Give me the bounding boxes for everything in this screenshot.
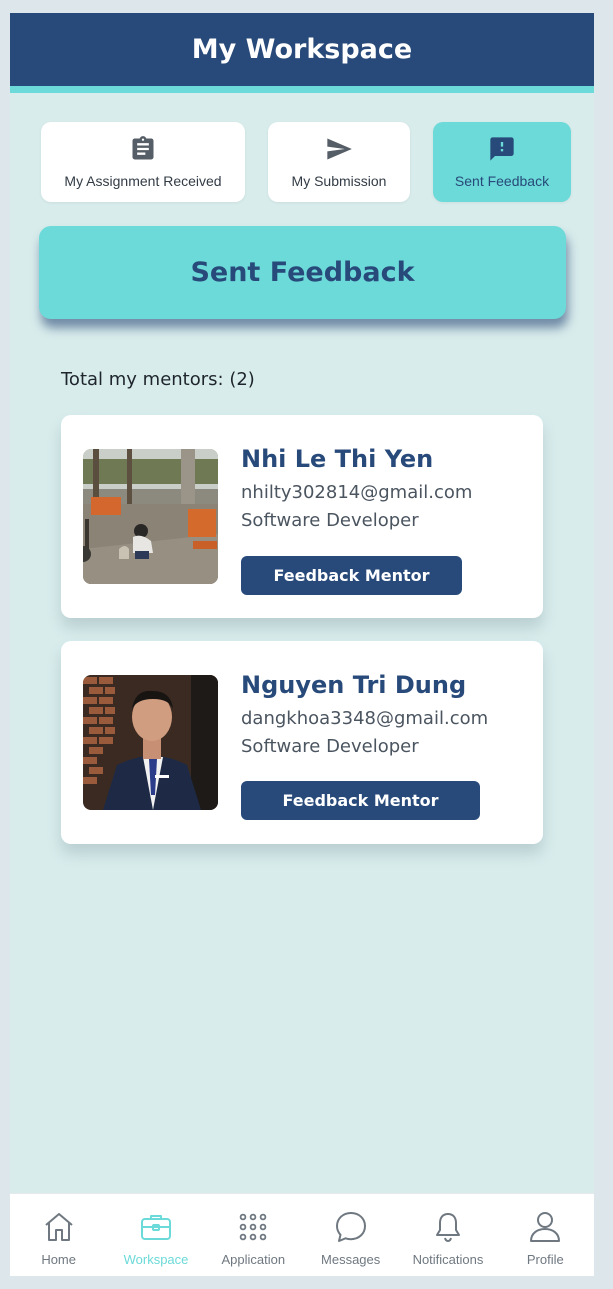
mentor-photo-image — [83, 449, 218, 584]
nav-label: Home — [41, 1252, 76, 1267]
mentors-total: Total my mentors: (2) — [61, 369, 255, 390]
mentor-role: Software Developer — [241, 510, 419, 531]
nav-item-notifications[interactable]: Notifications — [399, 1194, 496, 1276]
mentor-card: Nguyen Tri Dung dangkhoa3348@gmail.com S… — [61, 641, 543, 844]
app-header: My Workspace — [10, 13, 594, 93]
mentor-name: Nguyen Tri Dung — [241, 671, 467, 699]
tab-sent-feedback[interactable]: Sent Feedback — [433, 122, 571, 202]
nav-item-home[interactable]: Home — [10, 1194, 107, 1276]
tab-my-assignment-received[interactable]: My Assignment Received — [41, 122, 245, 202]
clipboard-icon — [132, 136, 154, 160]
nav-label: Application — [221, 1252, 286, 1267]
nav-label: Profile — [526, 1252, 564, 1267]
send-icon — [327, 138, 352, 160]
tab-label: My Assignment Received — [64, 173, 222, 189]
mentor-photo — [83, 675, 218, 810]
page-title: My Workspace — [191, 34, 413, 65]
mentor-email: nhilty302814@gmail.com — [241, 482, 473, 503]
tab-label: Sent Feedback — [454, 173, 550, 189]
nav-label: Messages — [321, 1252, 381, 1267]
nav-item-application[interactable]: Application — [205, 1194, 302, 1276]
mentor-name: Nhi Le Thi Yen — [241, 445, 434, 473]
feedback-mentor-button[interactable]: Feedback Mentor — [241, 781, 480, 820]
nav-item-profile[interactable]: Profile — [497, 1194, 594, 1276]
briefcase-icon — [140, 1215, 171, 1240]
tab-label: My Submission — [291, 173, 387, 189]
section-title: Sent Feedback — [190, 257, 415, 288]
nav-label: Workspace — [123, 1252, 189, 1267]
bottom-navigation: Home Workspace Application Messages Noti… — [10, 1193, 594, 1276]
mentor-photo-image — [83, 675, 218, 810]
feedback-icon — [490, 137, 514, 161]
mentor-card: Nhi Le Thi Yen nhilty302814@gmail.com So… — [61, 415, 543, 618]
section-banner: Sent Feedback — [39, 226, 566, 319]
feedback-mentor-button[interactable]: Feedback Mentor — [241, 556, 462, 595]
user-icon — [530, 1212, 561, 1242]
app-screen: My Workspace My Assignment Received My S… — [10, 13, 594, 1276]
tab-my-submission[interactable]: My Submission — [268, 122, 410, 202]
chat-icon — [335, 1212, 366, 1242]
grid-icon — [240, 1213, 267, 1241]
nav-label: Notifications — [412, 1252, 484, 1267]
mentor-role: Software Developer — [241, 736, 419, 757]
mentor-email: dangkhoa3348@gmail.com — [241, 708, 489, 729]
bell-icon — [435, 1213, 460, 1242]
home-icon — [45, 1213, 73, 1241]
nav-item-workspace[interactable]: Workspace — [107, 1194, 204, 1276]
nav-item-messages[interactable]: Messages — [302, 1194, 399, 1276]
mentor-photo — [83, 449, 218, 584]
